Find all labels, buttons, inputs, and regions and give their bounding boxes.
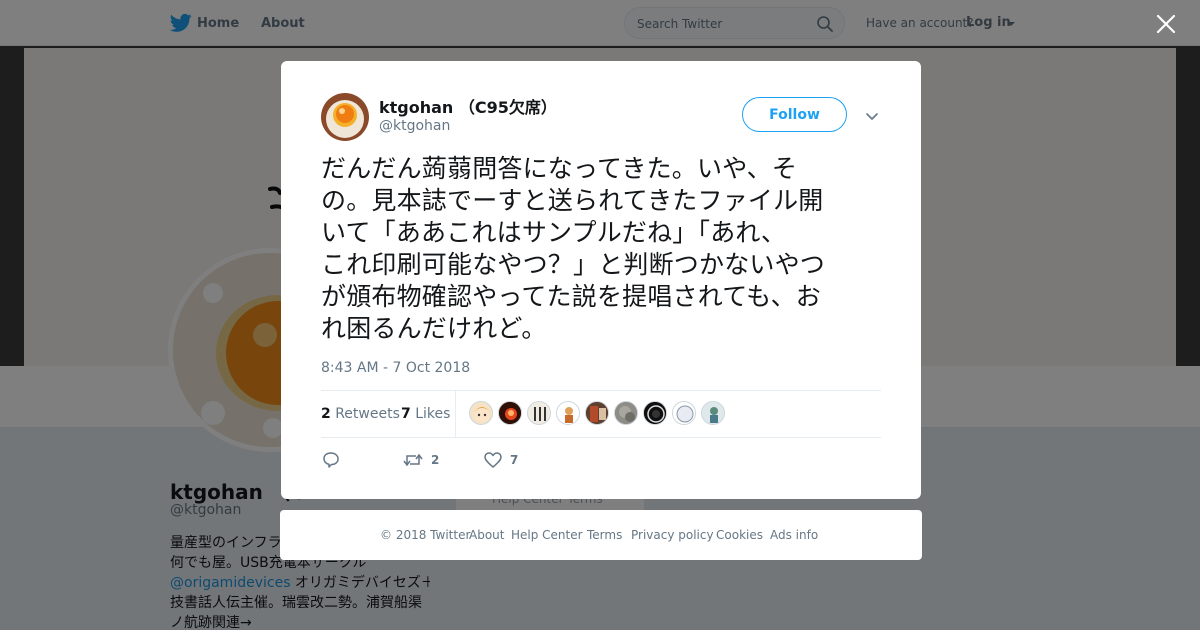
liker-avatar[interactable] — [672, 401, 696, 425]
footer-privacy-link[interactable]: Privacy policy — [631, 528, 714, 542]
follow-button[interactable]: Follow — [742, 97, 847, 132]
liker-avatar[interactable] — [614, 401, 638, 425]
tweet-text-line: の。見本誌でーすと送られてきたファイル開 — [321, 186, 824, 215]
heart-icon — [484, 452, 502, 468]
likes-stat[interactable]: 7 Likes — [401, 406, 450, 422]
retweets-count: 2 — [321, 406, 331, 422]
retweet-count: 2 — [431, 453, 440, 467]
tweet-text-line: れ困るんだけれど。 — [321, 314, 547, 343]
footer-help-center-link[interactable]: Help Center — [511, 528, 583, 542]
egg-rice-avatar-image — [321, 93, 369, 141]
retweets-stat[interactable]: 2 Retweets — [321, 406, 400, 422]
likes-count: 7 — [401, 406, 411, 422]
author-handle[interactable]: @ktgohan — [379, 118, 450, 134]
liker-avatar[interactable] — [498, 401, 522, 425]
retweets-label: Retweets — [335, 406, 400, 422]
footer-copyright: © 2018 Twitter — [380, 528, 471, 542]
liker-avatar[interactable] — [701, 401, 725, 425]
liker-avatar[interactable] — [585, 401, 609, 425]
footer-about-link[interactable]: About — [469, 528, 504, 542]
liker-avatar[interactable] — [527, 401, 551, 425]
tweet-text-line: これ印刷可能なやつ？」と判断つかないやつ — [321, 250, 826, 279]
tweet-modal: ktgohan （C95欠席） @ktgohan Follow だんだん蒟蒻問答… — [281, 61, 921, 499]
tweet-text-line: だんだん蒟蒻問答になってきた。いや、そ — [321, 154, 798, 183]
liker-avatar[interactable] — [556, 401, 580, 425]
retweet-icon — [403, 453, 423, 467]
liker-avatar[interactable] — [643, 401, 667, 425]
tweet-timestamp[interactable]: 8:43 AM - 7 Oct 2018 — [321, 360, 470, 376]
tweet-text-line: いて「ああこれはサンプルだね」「あれ、 — [321, 218, 787, 247]
liker-avatar[interactable] — [469, 401, 493, 425]
chevron-down-icon[interactable] — [864, 108, 880, 124]
footer-terms-link[interactable]: Terms — [587, 528, 622, 542]
modal-footer: © 2018 Twitter About Help Center Terms P… — [280, 510, 922, 560]
tweet-stats: 2 Retweets 7 Likes — [321, 390, 881, 438]
stats-divider — [455, 391, 456, 437]
like-count: 7 — [510, 453, 519, 467]
reply-icon — [323, 452, 339, 468]
likes-label: Likes — [415, 406, 451, 422]
tweet-text: だんだん蒟蒻問答になってきた。いや、そ の。見本誌でーすと送られてきたファイル開… — [321, 153, 885, 345]
reply-button[interactable] — [321, 449, 361, 473]
like-button[interactable]: 7 — [483, 449, 533, 473]
author-display-name[interactable]: ktgohan （C95欠席） — [379, 94, 557, 118]
tweet-actions: 2 7 — [321, 449, 881, 473]
close-icon[interactable] — [1155, 13, 1177, 35]
retweet-button[interactable]: 2 — [402, 449, 452, 473]
author-avatar[interactable] — [321, 93, 369, 141]
footer-cookies-link[interactable]: Cookies — [716, 528, 763, 542]
tweet-text-line: が頒布物確認やってた説を提唱されても、お — [321, 282, 822, 311]
footer-ads-info-link[interactable]: Ads info — [770, 528, 818, 542]
